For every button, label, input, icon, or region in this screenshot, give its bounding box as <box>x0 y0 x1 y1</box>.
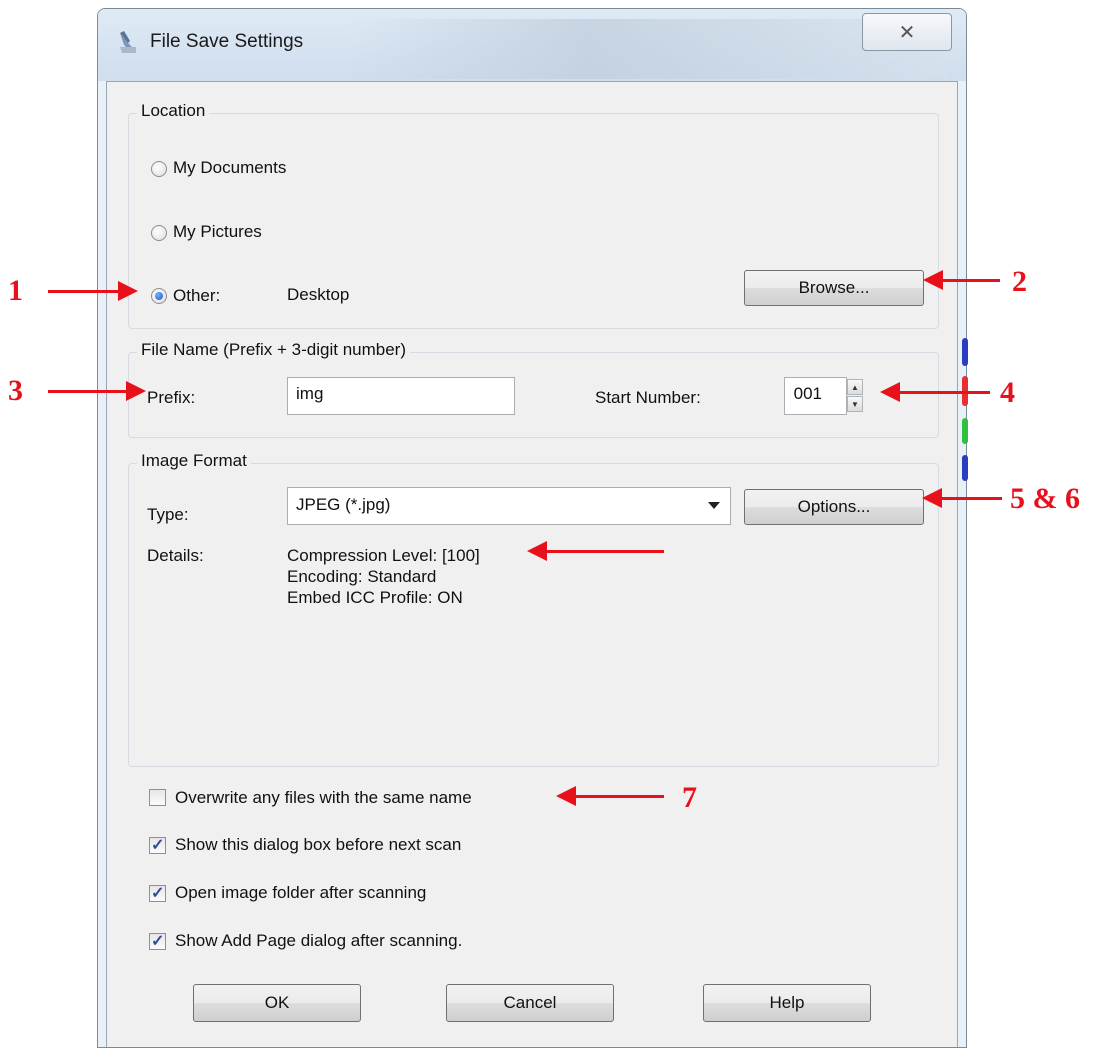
details-list: Compression Level: [100] Encoding: Stand… <box>287 545 480 608</box>
annotation-arrow-2 <box>940 279 1000 282</box>
my-documents-radio[interactable] <box>151 161 167 177</box>
location-group-label: Location <box>137 101 210 121</box>
add-page-dialog-checkbox-label: Show Add Page dialog after scanning. <box>175 931 463 950</box>
annotation-number-5-6: 5 & 6 <box>1010 482 1080 515</box>
overwrite-checkbox[interactable] <box>149 789 166 806</box>
options-button-label: Options... <box>797 497 871 516</box>
other-location-value: Desktop <box>287 285 350 304</box>
annotation-number-4: 4 <box>1000 376 1015 409</box>
details-label: Details: <box>147 546 204 565</box>
annotation-arrowhead-7 <box>556 786 576 806</box>
close-button[interactable]: ✕ <box>862 13 952 51</box>
start-number-input[interactable]: 001 <box>784 377 847 415</box>
file-name-group-label: File Name (Prefix + 3-digit number) <box>137 340 411 360</box>
open-folder-checkbox-label: Open image folder after scanning <box>175 883 427 902</box>
annotation-arrow-1 <box>48 290 120 293</box>
type-label: Type: <box>147 505 189 524</box>
annotation-number-1: 1 <box>8 274 23 307</box>
annotation-arrow-7 <box>574 795 664 798</box>
overwrite-checkbox-label: Overwrite any files with the same name <box>175 788 472 807</box>
annotation-arrowhead-3 <box>126 381 146 401</box>
dialog-client-area: Location My Documents My Pictures Other:… <box>106 81 958 1047</box>
help-button-label: Help <box>769 993 805 1012</box>
window-title: File Save Settings <box>150 31 304 52</box>
add-page-dialog-checkbox[interactable] <box>149 931 166 951</box>
detail-encoding: Encoding: Standard <box>287 567 437 586</box>
detail-embed-icc-profile: Embed ICC Profile: ON <box>287 588 463 607</box>
image-format-group-label: Image Format <box>137 451 251 471</box>
detail-compression-level: Compression Level: [100] <box>287 546 480 565</box>
file-save-settings-dialog: File Save Settings ✕ Location My Documen… <box>97 8 967 1048</box>
other-radio[interactable] <box>151 288 167 304</box>
annotation-number-7: 7 <box>682 781 697 814</box>
annotation-arrowhead-4 <box>880 382 900 402</box>
chevron-up-icon: ▲ <box>851 382 859 392</box>
cancel-button[interactable]: Cancel <box>446 984 614 1022</box>
annotation-arrow-4 <box>898 391 990 394</box>
location-group: Location My Documents My Pictures Other:… <box>128 101 939 329</box>
ok-button-label: OK <box>264 993 290 1012</box>
prefix-label: Prefix: <box>147 388 196 407</box>
show-dialog-checkbox-label: Show this dialog box before next scan <box>175 835 462 854</box>
annotation-arrow-compression <box>544 550 664 553</box>
close-icon: ✕ <box>898 21 916 44</box>
start-number-value: 001 <box>793 384 822 403</box>
title-bar: File Save Settings ✕ <box>98 9 966 81</box>
help-button[interactable]: Help <box>703 984 871 1022</box>
my-pictures-radio[interactable] <box>151 225 167 241</box>
annotation-arrow-5-6 <box>940 497 1002 500</box>
chevron-down-icon: ▼ <box>851 399 859 409</box>
start-number-increment[interactable]: ▲ <box>847 379 863 395</box>
annotation-arrowhead-1 <box>118 281 138 301</box>
ok-button[interactable]: OK <box>193 984 361 1022</box>
type-select[interactable]: JPEG (*.jpg) <box>287 487 731 525</box>
annotation-arrowhead-5-6 <box>922 488 942 508</box>
options-button[interactable]: Options... <box>744 489 924 525</box>
prefix-input[interactable]: img <box>287 377 515 415</box>
type-select-value: JPEG (*.jpg) <box>296 495 391 514</box>
my-pictures-label: My Pictures <box>173 222 262 241</box>
start-number-decrement[interactable]: ▼ <box>847 396 863 412</box>
browse-button-label: Browse... <box>798 278 870 297</box>
title-bar-background <box>348 19 948 79</box>
background-window-mark <box>962 338 968 366</box>
browse-button[interactable]: Browse... <box>744 270 924 306</box>
start-number-label: Start Number: <box>595 388 701 407</box>
open-folder-checkbox[interactable] <box>149 883 166 903</box>
annotation-number-2: 2 <box>1012 265 1027 298</box>
annotation-number-3: 3 <box>8 374 23 407</box>
scanner-app-icon <box>120 31 136 53</box>
my-documents-label: My Documents <box>173 158 287 177</box>
background-window-mark <box>962 455 968 481</box>
annotation-arrow-3 <box>48 390 128 393</box>
file-name-group: File Name (Prefix + 3-digit number) Pref… <box>128 340 939 438</box>
background-window-mark <box>962 418 968 444</box>
other-label: Other: <box>173 286 221 305</box>
image-format-group: Image Format Type: JPEG (*.jpg) Options.… <box>128 451 939 767</box>
cancel-button-label: Cancel <box>503 993 557 1012</box>
show-dialog-checkbox[interactable] <box>149 835 166 855</box>
dropdown-arrow-icon <box>708 502 720 509</box>
